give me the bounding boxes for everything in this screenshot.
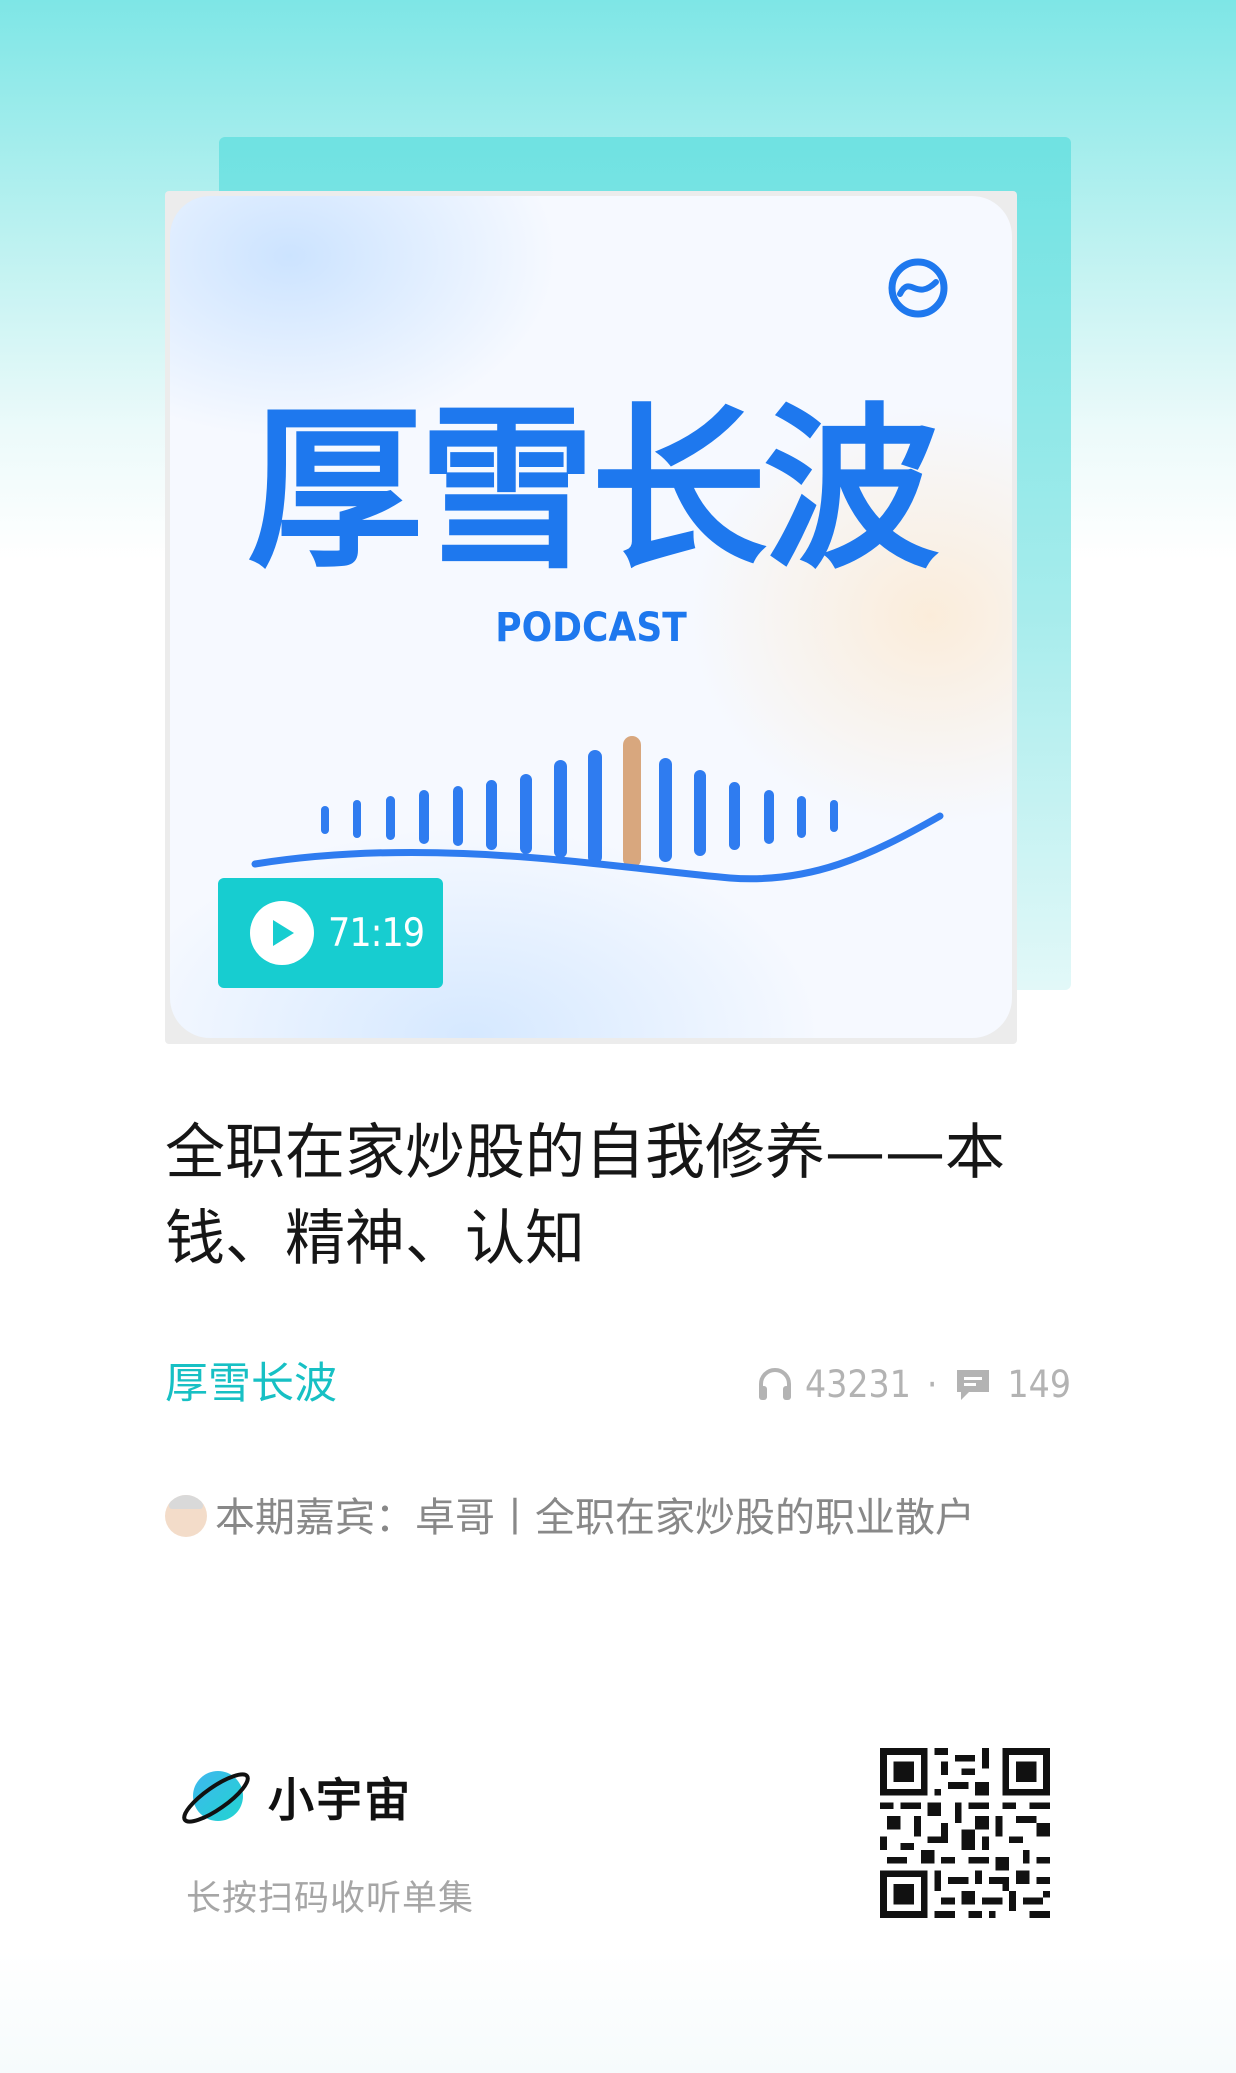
brand-logo: 小宇宙 [178, 1762, 412, 1832]
scan-hint: 长按扫码收听单集 [186, 1879, 475, 1919]
qr-code-icon[interactable] [880, 1748, 1050, 1918]
guest-description: 本期嘉宾：卓哥丨全职在家炒股的职业散户 [165, 1488, 1025, 1548]
cover-title: 厚雪长波 [246, 388, 939, 593]
episode-title: 全职在家炒股的自我修养——本钱、精神、认知 [165, 1118, 1005, 1274]
play-button[interactable]: 71:19 [218, 878, 443, 988]
play-count: 43231 [805, 1362, 911, 1406]
guest-text: 本期嘉宾：卓哥丨全职在家炒股的职业散户 [215, 1495, 975, 1541]
cover-subtitle: PODCAST [495, 605, 687, 651]
headphones-icon [759, 1368, 792, 1400]
play-icon [250, 901, 314, 965]
podcast-name-link[interactable]: 厚雪长波 [165, 1358, 337, 1410]
guest-emoji-icon [165, 1495, 207, 1537]
episode-stats: 43231 · 149 [755, 1358, 1071, 1410]
comment-count: 149 [1007, 1362, 1071, 1406]
planet-logo-icon [182, 1771, 250, 1824]
duration-label: 71:19 [328, 910, 425, 956]
brand-name: 小宇宙 [268, 1773, 412, 1827]
stats-separator: · [926, 1362, 938, 1406]
podcast-logo-icon [888, 258, 948, 318]
comment-icon [957, 1370, 990, 1400]
